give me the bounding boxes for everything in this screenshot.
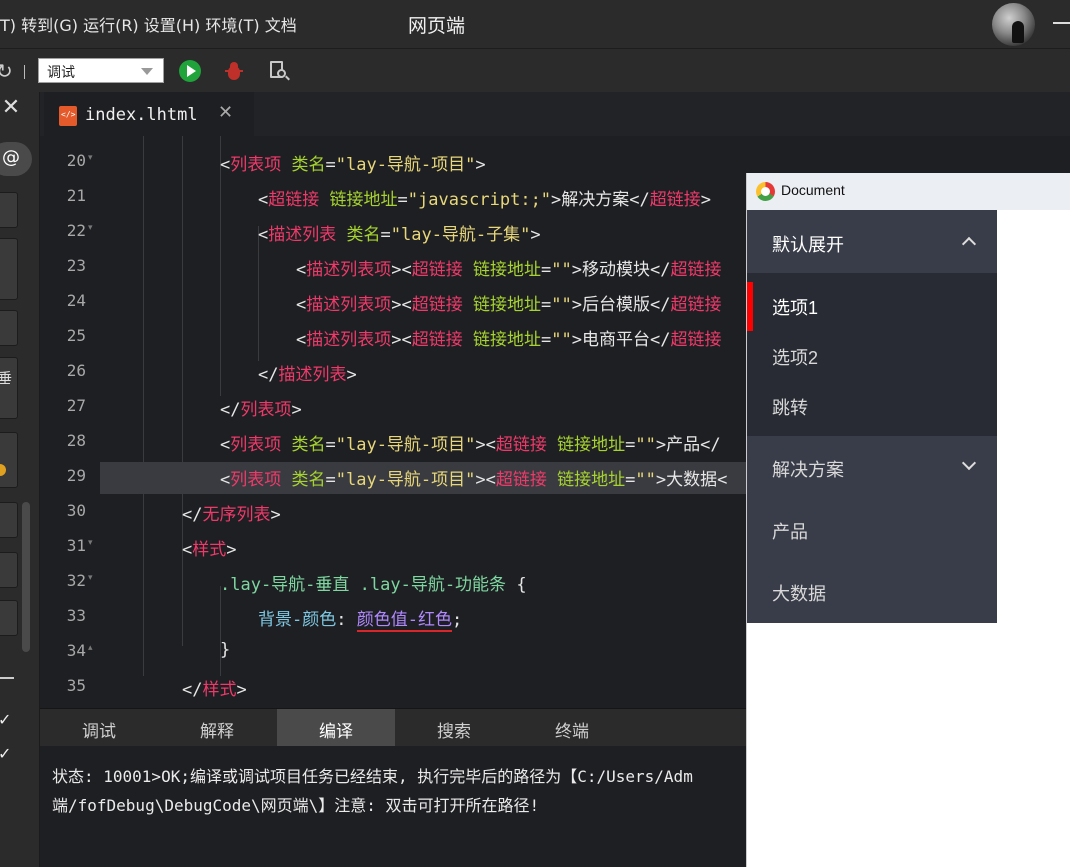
code-line: 25 <描述列表项><超链接 链接地址="">电商平台</超链接	[66, 326, 722, 350]
mode-select-value: 调试	[47, 65, 75, 81]
tab-index-lhtml[interactable]: index.lhtml ✕	[44, 92, 254, 136]
bottom-panel-tabs: 调试 解释 编译 搜索 终端	[40, 708, 746, 747]
close-tab-icon[interactable]: ✕	[218, 102, 233, 123]
code-line: 35 </样式>	[66, 676, 247, 700]
close-icon[interactable]: ✕	[0, 95, 22, 120]
sidebar-glyph: 垂	[0, 371, 12, 387]
code-line: 26 </描述列表>	[66, 361, 357, 385]
output-line: 端/fofDebug\DebugCode\网页端\】注意: 双击可打开所在路径!	[52, 796, 540, 815]
sidebar-tile[interactable]	[0, 310, 18, 346]
nav-group-label: 默认展开	[772, 235, 844, 255]
preview-titlebar: Document	[747, 173, 1070, 210]
browser-logo-icon	[756, 182, 775, 201]
vertical-nav: 默认展开 选项1 选项2 跳转 解决方案 产品 大数据	[747, 210, 997, 623]
editor-tab-bar: index.lhtml ✕	[40, 92, 1070, 136]
mode-select[interactable]: 调试	[38, 58, 164, 83]
avatar[interactable]	[992, 3, 1035, 46]
tab-terminal[interactable]: 终端	[513, 709, 631, 747]
tab-compile[interactable]: 编译	[277, 709, 395, 747]
output-line: 状态: 10001>OK;编译或调试项目任务已经结束, 执行完毕后的路径为【C:…	[52, 767, 693, 786]
nav-child-jump[interactable]: 跳转	[747, 382, 997, 431]
menu-bar: T) 转到(G) 运行(R) 设置(H) 环境(T) 文档 网页端	[0, 0, 1070, 48]
sidebar-tile[interactable]	[0, 432, 18, 488]
check-icon[interactable]: ✓	[0, 744, 11, 763]
sidebar-tile[interactable]	[0, 502, 18, 538]
tab-search[interactable]: 搜索	[395, 709, 513, 747]
bug-icon[interactable]	[225, 60, 243, 82]
tab-debug[interactable]: 调试	[40, 709, 158, 747]
code-line: 34 ▴ }	[66, 640, 231, 660]
nav-child-option1[interactable]: 选项1	[747, 282, 997, 331]
nav-item-bigdata[interactable]: 大数据	[747, 560, 997, 622]
preview-title: Document	[781, 182, 845, 198]
chevron-up-icon	[961, 236, 977, 252]
nav-item-product[interactable]: 产品	[747, 498, 997, 560]
run-icon[interactable]	[179, 60, 201, 82]
nav-child-list: 选项1 选项2 跳转	[747, 273, 997, 436]
code-line: 28 <列表项 类名="lay-导航-项目"><超链接 链接地址="">产品</	[66, 431, 721, 455]
code-line: 27 </列表项>	[66, 396, 302, 420]
nav-group-solutions[interactable]: 解决方案	[747, 436, 997, 498]
minimize-icon[interactable]	[1053, 22, 1070, 24]
output-console[interactable]: 状态: 10001>OK;编译或调试项目任务已经结束, 执行完毕后的路径为【C:…	[40, 746, 746, 867]
collapse-icon[interactable]	[0, 677, 14, 679]
code-line: 22 ▾ <描述列表 类名="lay-导航-子集">	[66, 221, 541, 245]
left-sidebar: ✕ @ 垂 ✓ ✓	[0, 92, 40, 867]
sidebar-scrollbar[interactable]	[22, 502, 30, 652]
menu-items[interactable]: T) 转到(G) 运行(R) 设置(H) 环境(T) 文档	[0, 12, 297, 36]
sidebar-tile[interactable]	[0, 552, 18, 588]
code-line: 33 背景-颜色: 颜色值-红色;	[66, 606, 463, 632]
refresh-icon[interactable]: ↻	[0, 59, 13, 83]
tab-interpret[interactable]: 解释	[158, 709, 276, 747]
code-line: 32 ▾ .lay-导航-垂直 .lay-导航-功能条 {	[66, 571, 527, 595]
browser-preview: Document 默认展开 选项1 选项2 跳转 解决方案 产品 大数据	[746, 173, 1070, 867]
code-line: 30 </无序列表>	[66, 501, 281, 525]
sidebar-tile[interactable]	[0, 238, 18, 300]
nav-child-option2[interactable]: 选项2	[747, 332, 997, 381]
at-button[interactable]: @	[0, 142, 32, 176]
toolbar: ↻ 调试	[0, 48, 1070, 92]
sidebar-tile[interactable]	[0, 357, 18, 419]
html-file-icon	[59, 106, 77, 126]
sidebar-tile[interactable]	[0, 192, 18, 228]
toolbar-separator	[24, 65, 25, 79]
tab-label: index.lhtml	[85, 105, 198, 125]
chevron-down-icon	[961, 455, 977, 471]
code-line: 20 ▾ <列表项 类名="lay-导航-项目">	[66, 151, 486, 175]
code-line: 31 ▾ <样式>	[66, 536, 237, 560]
nav-group-default-expanded[interactable]: 默认展开	[747, 210, 997, 273]
code-line: 21 <超链接 链接地址="javascript:;">解决方案</超链接>	[66, 186, 712, 210]
app-title: 网页端	[408, 15, 466, 37]
code-line: 24 <描述列表项><超链接 链接地址="">后台模版</超链接	[66, 291, 722, 315]
sidebar-tile[interactable]	[0, 600, 18, 636]
code-editor[interactable]: 20 ▾ <列表项 类名="lay-导航-项目"> 21 <超链接 链接地址="j…	[40, 136, 746, 708]
code-line: 23 <描述列表项><超链接 链接地址="">移动模块</超链接	[66, 256, 722, 280]
document-search-icon[interactable]	[269, 60, 290, 82]
code-line-current: 29 <列表项 类名="lay-导航-项目"><超链接 链接地址="">大数据<	[66, 466, 728, 490]
check-icon[interactable]: ✓	[0, 710, 11, 729]
chevron-down-icon	[141, 68, 153, 75]
